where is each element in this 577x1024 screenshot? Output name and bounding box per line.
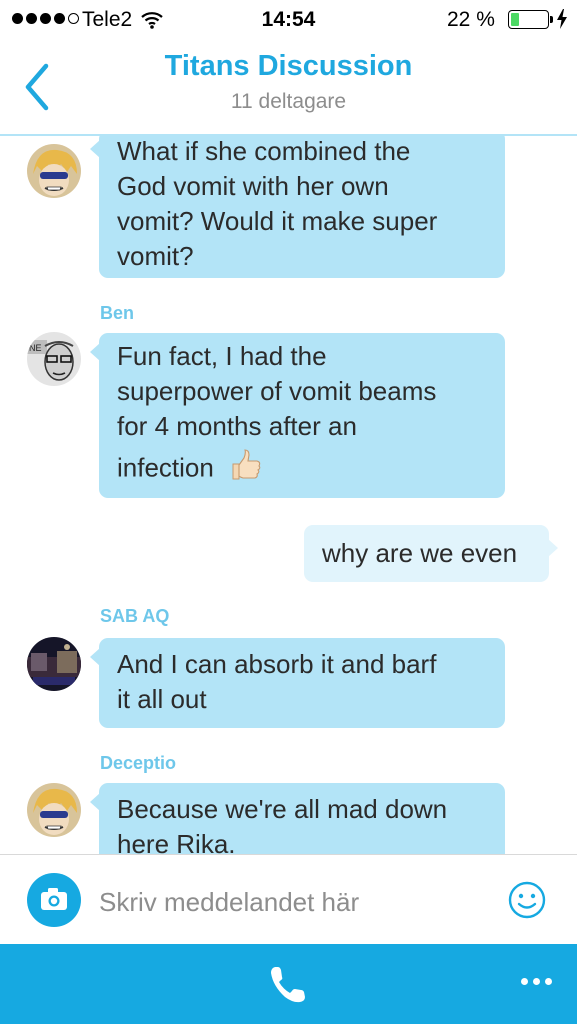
message-bubble[interactable]: Fun fact, I had the superpower of vomit … — [90, 333, 505, 498]
outgoing-message-bubble[interactable]: why are we even — [304, 525, 558, 582]
message-line: why are we even — [322, 538, 518, 568]
avatar[interactable] — [27, 783, 81, 837]
status-bar: Tele2 14:54 22 % — [0, 0, 577, 40]
chat-title[interactable]: Titans Discussion — [0, 50, 577, 83]
camera-button[interactable] — [27, 873, 81, 927]
camera-icon — [41, 888, 67, 910]
svg-text:NE: NE — [29, 343, 42, 353]
message-bubble[interactable]: Because we're all mad down here Rika. — [90, 783, 505, 854]
battery-nub — [550, 16, 553, 23]
message-bubble[interactable]: What if she combined the God vomit with … — [90, 136, 505, 278]
message-line: here Rika. — [117, 829, 236, 854]
avatar[interactable] — [27, 637, 81, 691]
sender-name[interactable]: Ben — [100, 303, 134, 324]
message-line-with-emoji: infection — [117, 448, 487, 491]
battery-percentage: 22 % — [447, 8, 495, 31]
thumbs-up-icon — [229, 448, 263, 491]
sender-name[interactable]: Deceptio — [100, 753, 176, 774]
message-input[interactable] — [99, 885, 489, 919]
phone-icon — [271, 967, 305, 1003]
more-dots-icon[interactable] — [521, 978, 552, 985]
message-composer — [0, 854, 577, 944]
call-button[interactable] — [266, 962, 310, 1006]
message-line: And I can absorb it and barf — [117, 649, 437, 679]
smiley-icon — [508, 881, 546, 919]
battery-icon — [508, 10, 549, 29]
message-line: God vomit with her own — [117, 171, 389, 201]
charging-bolt-icon — [557, 9, 567, 34]
message-line: What if she combined the — [117, 136, 411, 166]
avatar[interactable] — [27, 144, 81, 198]
sender-name[interactable]: SAB AQ — [100, 606, 169, 627]
message-list[interactable]: What if she combined the God vomit with … — [0, 136, 577, 854]
bottom-action-bar — [0, 944, 577, 1024]
message-line: Fun fact, I had the — [117, 341, 327, 371]
battery-level-fill — [511, 13, 519, 26]
avatar[interactable]: NE — [27, 332, 81, 386]
chat-header: Titans Discussion 11 deltagare — [0, 40, 577, 136]
message-line: vomit? Would it make super — [117, 206, 438, 236]
message-line: it all out — [117, 684, 207, 714]
message-line: superpower of vomit beams — [117, 376, 437, 406]
message-line: infection — [117, 452, 214, 483]
message-line: for 4 months after an — [117, 411, 357, 441]
message-line: Because we're all mad down — [117, 794, 448, 824]
emoji-button[interactable] — [507, 880, 547, 920]
message-bubble[interactable]: And I can absorb it and barf it all out — [90, 638, 505, 728]
participant-count: 11 deltagare — [230, 90, 347, 113]
message-line: vomit? — [117, 241, 194, 271]
